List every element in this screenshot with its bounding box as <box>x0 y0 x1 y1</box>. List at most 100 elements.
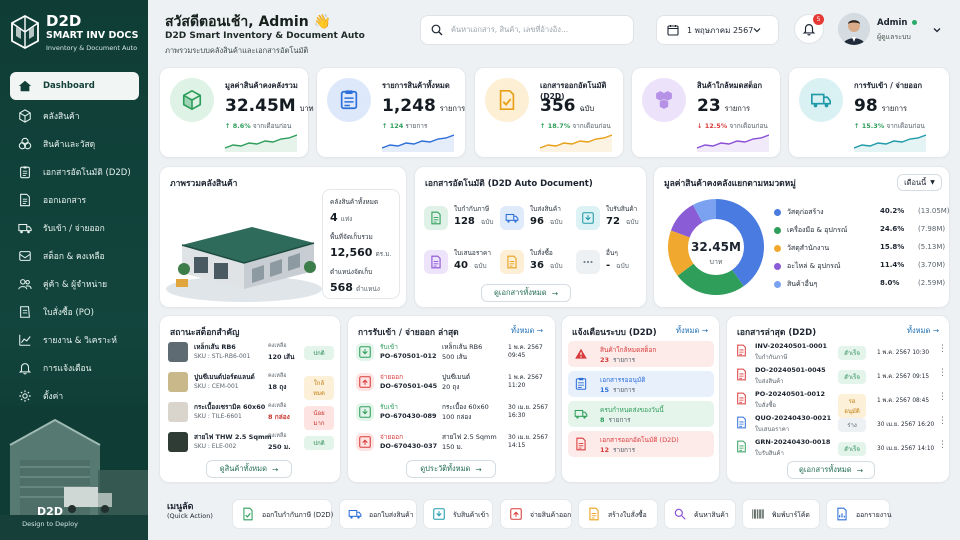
sidebar-item-partners[interactable]: คู่ค้า & ผู้จำหน่าย <box>10 270 139 298</box>
qty-value: 120 เส้น <box>268 353 295 361</box>
doc-count-unit: ฉบับ <box>549 218 563 226</box>
more-options-icon[interactable]: ⋮ <box>938 392 947 402</box>
sidebar-item-notifications[interactable]: การแจ้งเตือน <box>10 354 139 382</box>
sidebar-item-receive-issue[interactable]: รับเข้า / จ่ายออก <box>10 214 139 242</box>
more-options-icon[interactable]: ⋮ <box>938 440 947 450</box>
view-all-link[interactable]: ทั้งหมด → <box>907 325 939 337</box>
doc-count-number: 36 <box>530 260 544 271</box>
upload-icon <box>510 508 522 520</box>
stock-row[interactable]: ปูนซีเมนต์ปอร์ตแลนด์ SKU : CEM-001 คงเหลือ… <box>168 370 334 400</box>
legend-item: วัสดุสำนักงาน 15.8% (5.13M) <box>774 243 945 255</box>
search-input[interactable]: ค้นหาเอกสาร, สินค้า, เลขที่อ้างอิง... <box>420 15 634 45</box>
more-options-icon[interactable]: ⋮ <box>938 344 947 354</box>
sidebar-item-auto-docs[interactable]: เอกสารอัตโนมัติ (D2D) <box>10 158 139 186</box>
app-logo[interactable]: D2D SMART INV DOCS Inventory & Document … <box>10 12 140 56</box>
stock-row[interactable]: สายไฟ THW 2.5 Sqmm SKU : ELE-002 คงเหลือ 25… <box>168 430 334 458</box>
card-title: เอกสารอัตโนมัติ (D2D Auto Document) <box>425 179 593 189</box>
more-options-icon[interactable]: ⋮ <box>938 368 947 378</box>
legend-item: อะไหล่ & อุปกรณ์ 11.4% (3.70M) <box>774 261 945 273</box>
stock-row[interactable]: เหล็กเส้น RB6 SKU : STL-RB6-001 คงเหลือ 120… <box>168 340 334 368</box>
sidebar-item-issue-docs[interactable]: ออกเอกสาร <box>10 186 139 214</box>
stat-unit: แห่ง <box>340 215 353 223</box>
movement-qty: 500 เส้น <box>442 353 468 361</box>
movement-row[interactable]: จ่ายออก DO-670430-037 สายไฟ 2.5 Sqmm 150 ม.… <box>356 431 551 459</box>
sidebar-item-dashboard[interactable]: Dashboard <box>10 72 139 100</box>
kpi-card[interactable]: เอกสารออกอัตโนมัติ (D2D) 356 ฉบับ ↑ 18.7% จ… <box>474 67 624 158</box>
search-icon <box>431 24 443 36</box>
kpi-card[interactable]: มูลค่าสินค้าคงคลังรวม 32.45M บาท ↑ 8.6% จาก… <box>159 67 314 158</box>
alert-item[interactable]: สินค้าใกล้หมดสต็อก 23 รายการ <box>568 341 714 367</box>
period-select[interactable]: เดือนนี้ ▼ <box>897 174 942 191</box>
auto-doc-item[interactable]: ใบสั่งซื้อ 36 ฉบับ <box>500 248 572 284</box>
chevron-down-icon[interactable] <box>932 25 942 35</box>
document-row[interactable]: GRN-20240430-0018 ใบรับสินค้า สำเร็จ 30 เม.… <box>735 437 947 459</box>
quick-action-button[interactable]: ค้นหาสินค้า <box>664 499 736 529</box>
document-row[interactable]: DO-20240501-0045 ใบส่งสินค้า สำเร็จ 1 พ.ค. … <box>735 365 947 387</box>
sidebar-item-reports[interactable]: รายงาน & วิเคราะห์ <box>10 326 139 354</box>
quick-action-button[interactable]: ออกใบส่งสินค้า <box>339 499 417 529</box>
alert-item[interactable]: ครบกำหนดส่งของวันนี้ 8 รายการ <box>568 401 714 427</box>
kpi-card[interactable]: รายการสินค้าทั้งหมด 1,248 รายการ ↑ 124 รายก… <box>316 67 466 158</box>
sidebar-item-purchase-orders[interactable]: ใบสั่งซื้อ (PO) <box>10 298 139 326</box>
movement-row[interactable]: จ่ายออก DO-670501-045 ปูนซีเมนต์ 20 ถุง 1 พ.… <box>356 371 551 399</box>
document-number: GRN-20240430-0018 <box>755 438 831 446</box>
view-all-documents-button[interactable]: ดูเอกสารทั้งหมด → <box>787 461 875 479</box>
auto-doc-item[interactable]: ใบรับสินค้า 72 ฉบับ <box>576 204 648 240</box>
doc-icon <box>737 368 746 381</box>
document-number: PO-20240501-0012 <box>755 390 826 398</box>
kpi-card[interactable]: การรับเข้า / จ่ายออก 98 รายการ ↑ 15.3% จากเ… <box>788 67 950 158</box>
cube-icon <box>182 89 202 111</box>
truck-icon <box>348 509 362 519</box>
donut-slice[interactable] <box>677 263 744 295</box>
kpi-label: สินค้าใกล้หมดสต็อก <box>697 81 762 90</box>
alert-item[interactable]: เอกสารออกอัตโนมัติ (D2D) 12 รายการ <box>568 431 714 457</box>
view-all-documents-button[interactable]: ดูเอกสารทั้งหมด → <box>481 284 571 302</box>
movement-row[interactable]: รับเข้า PO-670430-089 กระเบื้อง 60x60 100 ก… <box>356 401 551 429</box>
auto-doc-item[interactable]: อื่นๆ - ฉบับ <box>576 248 648 284</box>
doc-type-tile <box>500 206 524 230</box>
view-all-link[interactable]: ทั้งหมด → <box>511 325 543 337</box>
product-thumbnail <box>168 342 188 362</box>
brand-tagline: Design to Deploy <box>22 520 78 528</box>
auto-doc-item[interactable]: ใบส่งสินค้า 96 ฉบับ <box>500 204 572 240</box>
movement-row[interactable]: รับเข้า PO-670501-012 เหล็กเส้น RB6 500 เส้… <box>356 341 551 369</box>
document-row[interactable]: INV-20240501-0001 ใบกำกับภาษี สำเร็จ 1 พ.ค.… <box>735 341 947 363</box>
view-all-link[interactable]: ทั้งหมด → <box>676 325 708 337</box>
stock-row[interactable]: กระเบื้องเซรามิค 60x60 SKU : TILE-6601 คงเ… <box>168 400 334 430</box>
online-status-dot <box>911 20 917 25</box>
quick-action-button[interactable]: พิมพ์บาร์โค้ด <box>742 499 820 529</box>
quick-action-button[interactable]: จ่ายสินค้าออก <box>500 499 572 529</box>
view-history-button[interactable]: ดูประวัติทั้งหมด → <box>406 460 496 478</box>
document-datetime: 1 พ.ค. 2567 10:30 <box>877 350 930 356</box>
alert-item[interactable]: เอกสารรออนุมัติ 15 รายการ <box>568 371 714 397</box>
doc-type-label: ใบรับสินค้า <box>606 205 638 213</box>
movement-item: สายไฟ 2.5 Sqmm <box>442 433 497 441</box>
product-name: กระเบื้องเซรามิค 60x60 <box>194 403 266 411</box>
view-all-products-button[interactable]: ดูสินค้าทั้งหมด → <box>206 460 292 478</box>
date-picker[interactable]: 1 พฤษภาคม 2567 <box>656 15 779 45</box>
document-row[interactable]: QUO-20240430-0021 ใบเสนอราคา ร่าง 30 เม.ย. … <box>735 413 947 435</box>
notification-button[interactable]: 5 <box>794 14 824 44</box>
doc-count-number: 128 <box>454 216 475 227</box>
doc-count-unit: ฉบับ <box>616 262 629 270</box>
quick-action-button[interactable]: ออกรายงาน <box>826 499 892 529</box>
sidebar-item-label: สินค้าและวัสดุ <box>43 140 96 150</box>
kpi-trend: ↑ 8.6% จากเดือนก่อน <box>225 121 291 131</box>
avatar[interactable] <box>838 13 870 45</box>
quick-action-button[interactable]: รับสินค้าเข้า <box>423 499 493 529</box>
legend-item: วัสดุก่อสร้าง 40.2% (13.05M) <box>774 207 950 219</box>
more-options-icon[interactable]: ⋮ <box>938 416 947 426</box>
cube-icon <box>19 109 31 123</box>
document-number: DO-20240501-0045 <box>755 366 826 374</box>
sidebar-item-products[interactable]: สินค้าและวัสดุ <box>10 130 139 158</box>
sidebar-item-stock[interactable]: สต็อก & คงเหลือ <box>10 242 139 270</box>
legend-item: สินค้าอื่นๆ 8.0% (2.59M) <box>774 279 945 291</box>
sidebar-item-warehouse[interactable]: คลังสินค้า <box>10 102 139 130</box>
auto-doc-item[interactable]: ใบเสนอราคา 40 ฉบับ <box>424 248 496 284</box>
quick-action-button[interactable]: ออกใบกำกับภาษี (D2D) <box>232 499 333 529</box>
auto-doc-item[interactable]: ใบกำกับภาษี 128 ฉบับ <box>424 204 496 240</box>
document-row[interactable]: PO-20240501-0012 ใบสั่งซื้อ รออนุมัติ 1 พ.ค… <box>735 389 947 418</box>
quick-action-button[interactable]: สร้างใบสั่งซื้อ <box>578 499 658 529</box>
qty-value: 250 ม. <box>268 443 291 451</box>
kpi-card[interactable]: สินค้าใกล้หมดสต็อก 23 รายการ ↓ 12.5% จากเดื… <box>631 67 781 158</box>
